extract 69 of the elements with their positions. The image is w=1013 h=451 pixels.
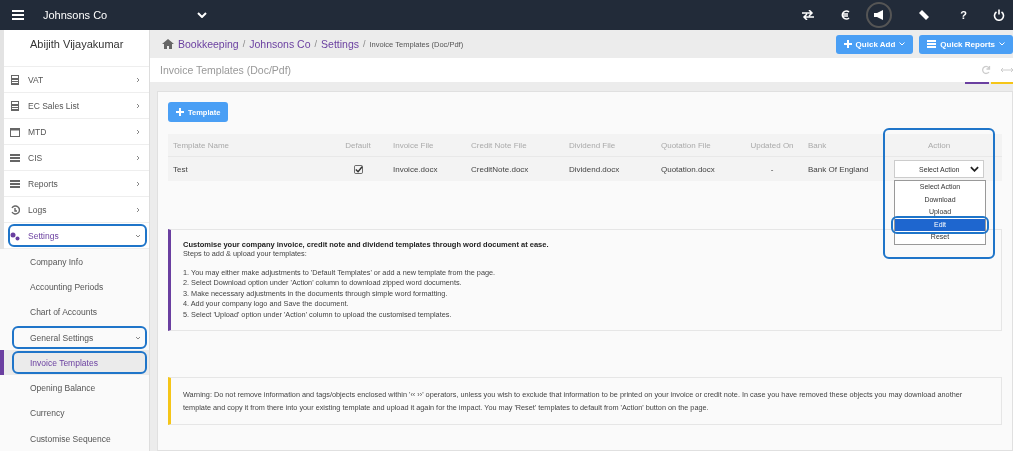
sidebar-item[interactable]: EC Sales List: [4, 93, 149, 119]
calculator-icon: [10, 74, 20, 85]
column-header: Default: [344, 140, 372, 150]
chevron-down-icon: [970, 166, 979, 172]
breadcrumb-separator: /: [242, 39, 246, 49]
home-icon[interactable]: [162, 39, 174, 49]
chevron-down-icon[interactable]: [197, 12, 207, 18]
submenu-item[interactable]: Accounting Periods: [0, 274, 149, 300]
chevron-icon: [135, 180, 141, 187]
sidebar-item[interactable]: CIS: [4, 145, 149, 171]
chevron-icon: [135, 206, 141, 213]
user-name: Abijith Vijayakumar: [29, 37, 125, 52]
sidebar-item[interactable]: Reports: [4, 171, 149, 197]
company-name[interactable]: Johnsons Co: [43, 9, 193, 21]
submenu-item[interactable]: Invoice Templates: [0, 350, 149, 376]
list-icon: [10, 152, 20, 163]
sidebar-item[interactable]: VAT: [4, 67, 149, 93]
submenu-item[interactable]: General Settings: [0, 324, 149, 351]
list-icon: [10, 178, 20, 189]
chevron-icon: [135, 154, 141, 161]
sidebar-item[interactable]: MTD: [4, 119, 149, 145]
ticket-icon[interactable]: [918, 9, 931, 21]
table-cell-text: Bank Of England: [807, 164, 870, 174]
gears-icon: [10, 230, 20, 241]
table-cell-text: Quotation.docx: [660, 164, 716, 174]
sidebar-item[interactable]: Logs: [4, 197, 149, 223]
calculator-icon: [10, 100, 20, 111]
table-cell-text: Dividend.docx: [568, 164, 621, 174]
plus-icon: [843, 40, 852, 48]
megaphone-icon[interactable]: [873, 10, 886, 20]
help-button[interactable]: ?: [960, 9, 967, 21]
table-cell-text: Test: [172, 164, 189, 174]
column-header: Dividend File: [568, 140, 617, 150]
chevron-icon: [135, 334, 141, 341]
table-cell-text: Invoice.docx: [392, 164, 439, 174]
page-title: Invoice Templates (Doc/Pdf): [160, 64, 292, 76]
history-icon: [10, 204, 20, 215]
submenu-item[interactable]: Chart of Accounts: [0, 299, 149, 325]
checkbox[interactable]: [353, 164, 363, 174]
breadcrumb-link[interactable]: Bookkeeping: [178, 38, 239, 50]
submenu-item[interactable]: Opening Balance: [0, 375, 149, 401]
plus-icon: [176, 108, 184, 116]
menu-icon[interactable]: [12, 10, 24, 20]
chevron-icon: [135, 76, 141, 83]
column-header: Action: [926, 140, 952, 150]
breadcrumb-separator: /: [314, 39, 318, 49]
calendar-icon: [10, 126, 20, 137]
table-cell-text: CreditNote.docx: [470, 164, 530, 174]
column-header: Quotation File: [660, 140, 712, 150]
submenu-item[interactable]: Currency: [0, 400, 149, 427]
chevron-icon: [135, 102, 141, 109]
breadcrumb-link[interactable]: Johnsons Co: [249, 38, 311, 50]
column-header: Invoice File: [392, 140, 435, 150]
chevron-icon: [135, 232, 141, 239]
swap-arrows-icon[interactable]: [802, 10, 815, 20]
submenu-item[interactable]: Customise Sequence: [0, 426, 149, 451]
caret-icon: [899, 42, 906, 46]
column-header: Template Name: [172, 140, 231, 150]
column-header: Bank: [807, 140, 828, 150]
chevron-icon: [135, 128, 141, 135]
list-icon: [927, 40, 937, 48]
breadcrumb-link[interactable]: Settings: [321, 38, 359, 50]
breadcrumb-separator: /: [363, 39, 366, 49]
column-header: Credit Note File: [470, 140, 528, 150]
submenu-item[interactable]: Company Info: [0, 249, 149, 275]
table-cell-text: -: [769, 164, 775, 174]
power-icon[interactable]: [993, 9, 1005, 21]
caret-icon: [999, 42, 1005, 46]
column-header: Updated On: [749, 140, 795, 150]
